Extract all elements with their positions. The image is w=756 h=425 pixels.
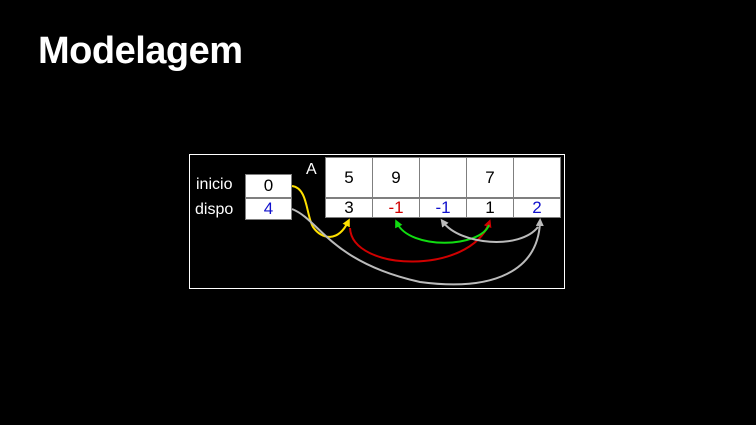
arrow-4-to-2 <box>440 218 539 243</box>
link-arrows <box>291 185 544 286</box>
arrow-disp-to-4 <box>291 208 544 286</box>
arrow-0-to-3 <box>349 219 492 263</box>
